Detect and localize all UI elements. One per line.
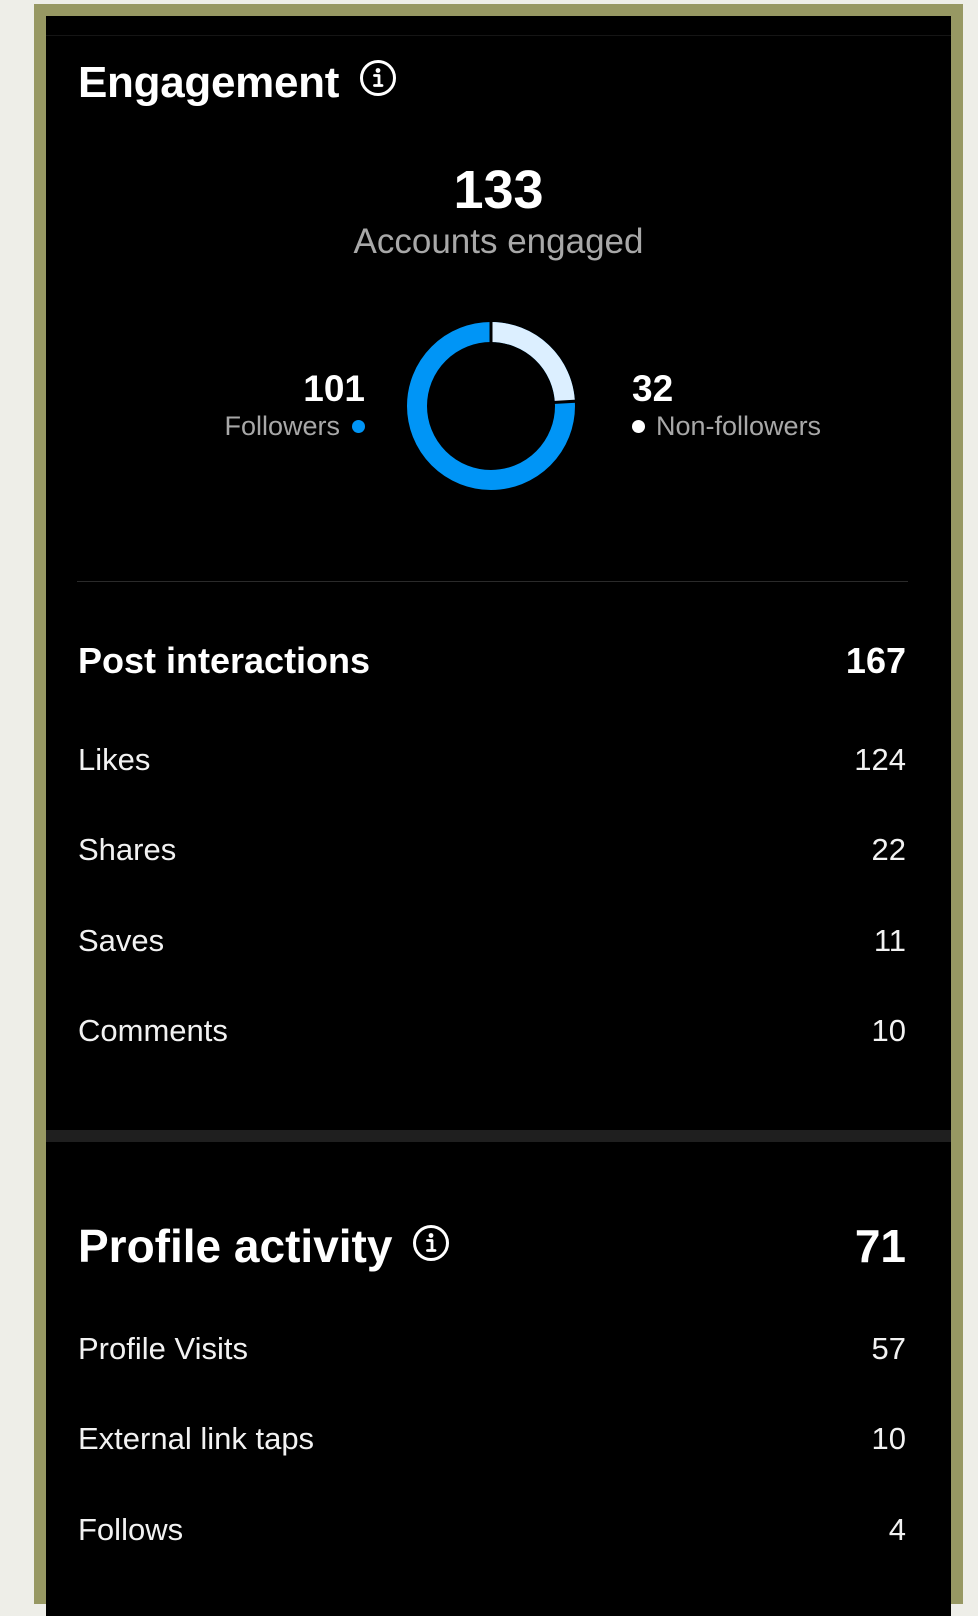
follows-label: Follows (78, 1512, 184, 1547)
comments-value: 10 (871, 1013, 906, 1048)
profile-activity-header: Profile activity (78, 1219, 450, 1273)
non-followers-legend: Non-followers (632, 411, 821, 442)
section-separator (46, 1130, 951, 1142)
profile-activity-title: Profile activity (78, 1220, 393, 1272)
list-item: Likes 124 (78, 740, 906, 780)
list-item: Follows 4 (78, 1510, 906, 1550)
followers-dot (352, 420, 365, 433)
list-item: Saves 11 (78, 921, 906, 961)
profile-activity-total: 71 (854, 1220, 906, 1272)
top-divider (46, 35, 951, 36)
profile-activity-row[interactable]: Profile activity 71 (78, 1216, 906, 1276)
external-link-taps-value: 10 (871, 1421, 906, 1456)
shares-label: Shares (78, 832, 177, 867)
profile-visits-value: 57 (871, 1331, 906, 1366)
accounts-engaged-value: 133 (453, 160, 544, 220)
section-divider (77, 581, 908, 582)
saves-label: Saves (78, 923, 165, 958)
followers-value: 101 (303, 368, 365, 409)
list-item: External link taps 10 (78, 1419, 906, 1459)
likes-value: 124 (854, 742, 906, 777)
comments-label: Comments (78, 1013, 228, 1048)
info-icon[interactable] (412, 1219, 450, 1273)
list-item: Profile Visits 57 (78, 1329, 906, 1369)
post-interactions-row[interactable]: Post interactions 167 (78, 636, 906, 686)
post-interactions-total: 167 (845, 640, 906, 681)
likes-label: Likes (78, 742, 151, 777)
shares-value: 22 (871, 832, 906, 867)
info-icon[interactable] (359, 58, 397, 108)
insights-screen: Engagement 133 Accounts engaged 101 Foll… (46, 16, 951, 1616)
engagement-header: Engagement (78, 58, 397, 108)
engagement-donut (407, 322, 576, 490)
followers-label: Followers (224, 411, 340, 441)
list-item: Shares 22 (78, 830, 906, 870)
profile-visits-label: Profile Visits (78, 1331, 248, 1366)
non-followers-label: Non-followers (656, 411, 822, 441)
engagement-title: Engagement (78, 58, 340, 107)
post-interactions-title: Post interactions (78, 640, 371, 681)
followers-legend: Followers (224, 411, 365, 442)
external-link-taps-label: External link taps (78, 1421, 315, 1456)
non-followers-value: 32 (632, 368, 674, 409)
follows-value: 4 (888, 1512, 906, 1547)
device-frame: Engagement 133 Accounts engaged 101 Foll… (34, 4, 963, 1616)
list-item: Comments 10 (78, 1011, 906, 1051)
non-followers-dot (632, 420, 645, 433)
saves-value: 11 (873, 923, 906, 958)
accounts-engaged-label: Accounts engaged (353, 222, 644, 261)
